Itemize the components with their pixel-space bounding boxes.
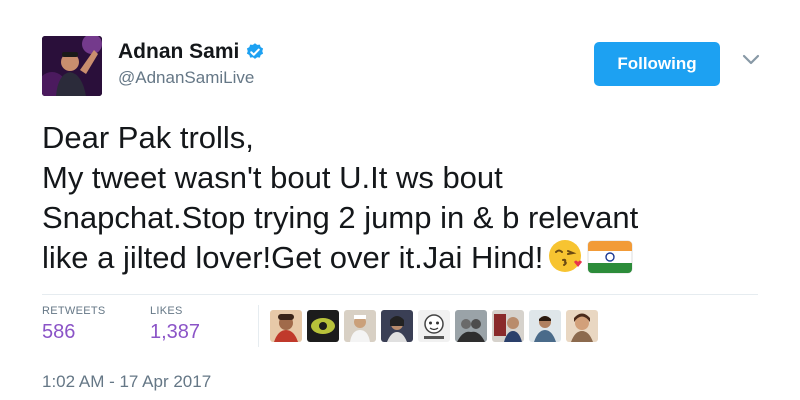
liker-avatar[interactable] <box>529 310 561 342</box>
author-avatar[interactable] <box>42 36 102 96</box>
liker-avatar[interactable] <box>307 310 339 342</box>
author-handle[interactable]: @AdnanSamiLive <box>118 68 254 88</box>
tweet-text: Dear Pak trolls, My tweet wasn't bout U.… <box>42 118 772 278</box>
tweet-text-line: My tweet wasn't bout U.It ws bout <box>42 160 503 195</box>
verified-badge-icon <box>247 43 264 59</box>
tweet-timestamp[interactable]: 1:02 AM - 17 Apr 2017 <box>42 372 211 392</box>
retweets-label: RETWEETS <box>42 305 106 317</box>
liker-avatar[interactable] <box>344 310 376 342</box>
liker-avatar[interactable] <box>418 310 450 342</box>
tweet-text-line-last: like a jilted lover!Get over it.Jai Hind… <box>42 238 772 278</box>
likes-count[interactable]: 1,387 <box>150 321 200 344</box>
liker-avatar[interactable] <box>381 310 413 342</box>
liked-by-avatars <box>270 310 603 342</box>
flag-india-icon <box>587 240 633 274</box>
tweet-text-line: like a jilted lover!Get over it.Jai Hind… <box>42 240 544 275</box>
retweets-stat[interactable]: RETWEETS 586 <box>42 305 106 344</box>
author-name-row[interactable]: Adnan Sami <box>118 40 265 64</box>
author-display-name[interactable]: Adnan Sami <box>118 40 239 64</box>
kiss-face-emoji-icon <box>549 240 583 272</box>
tweet-card: Adnan Sami @AdnanSamiLive Following Dear… <box>0 0 800 400</box>
divider <box>42 294 758 295</box>
liker-avatar[interactable] <box>492 310 524 342</box>
likes-stat[interactable]: LIKES 1,387 <box>150 305 200 344</box>
liker-avatar[interactable] <box>566 310 598 342</box>
liker-avatar[interactable] <box>270 310 302 342</box>
tweet-text-line: Snapchat.Stop trying 2 jump in & b relev… <box>42 200 639 235</box>
tweet-text-line: Dear Pak trolls, <box>42 120 254 155</box>
following-button[interactable]: Following <box>594 42 720 86</box>
likes-label: LIKES <box>150 305 183 317</box>
divider <box>258 305 259 347</box>
retweets-count[interactable]: 586 <box>42 321 106 344</box>
chevron-down-icon[interactable] <box>742 54 760 66</box>
liker-avatar[interactable] <box>455 310 487 342</box>
